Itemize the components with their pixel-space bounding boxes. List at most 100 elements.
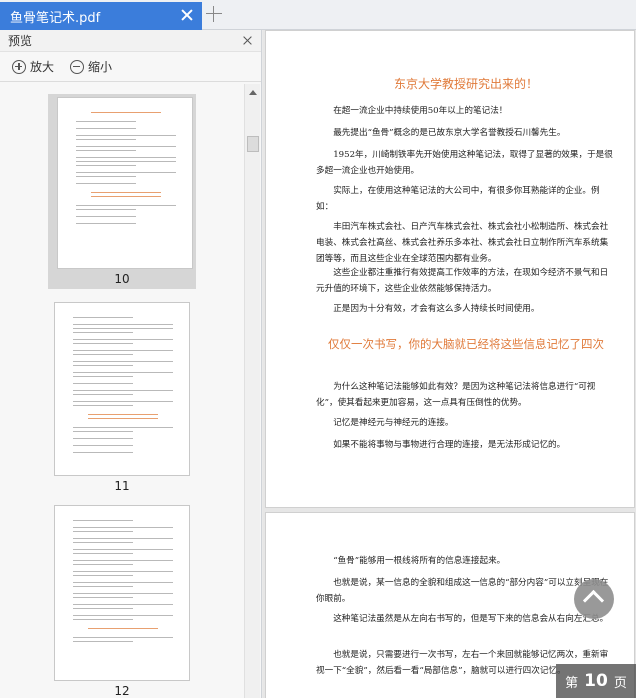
thumbnail-text-line xyxy=(91,196,161,197)
zoom-toolbar: 放大 缩小 xyxy=(0,52,261,82)
page-indicator-suffix: 页 xyxy=(613,675,627,691)
thumbnail-text-line xyxy=(73,542,133,543)
paragraph: 也就是说，某一信息的全貌和组成这一信息的“部分内容”可以立刻呈现在你眼前。 xyxy=(316,578,609,604)
zoom-in-icon xyxy=(12,59,26,74)
thumbnail-text-line xyxy=(73,317,133,318)
thumbnail-text-line xyxy=(73,531,133,532)
thumbnail-text-line xyxy=(73,332,133,333)
thumbnail-text-line xyxy=(73,560,173,561)
thumbnail-text-line xyxy=(73,604,173,605)
thumbnail-text-line xyxy=(88,628,158,629)
thumbnail-text-line xyxy=(91,192,161,193)
thumbnail-text-line xyxy=(73,427,173,428)
thumbnail-text-line xyxy=(76,135,176,136)
scroll-thumb[interactable] xyxy=(247,136,259,152)
thumbnail-text-line xyxy=(73,571,173,572)
thumbnail-text-line xyxy=(76,146,176,147)
thumbnail-page-number: 10 xyxy=(114,272,130,286)
paragraph: 在超一流企业中持续使用50年以上的笔记法！ xyxy=(333,106,508,116)
thumbnail-text-line xyxy=(88,414,158,415)
thumbnail-text-line xyxy=(73,538,173,539)
thumbnail-text-line xyxy=(73,586,133,587)
thumbnail-text-line xyxy=(73,549,173,550)
thumbnail-page-number: 12 xyxy=(114,684,130,698)
thumbnail-text-line xyxy=(88,418,158,419)
thumbnail-image xyxy=(54,302,190,476)
page-heading: 东京大学教授研究出来的！ xyxy=(393,77,538,91)
thumbnail-text-line xyxy=(73,431,133,432)
document-page-10: 东京大学教授研究出来的！ 在超一流企业中持续使用50年以上的笔记法！ 最先提出“… xyxy=(265,30,635,508)
thumbnail-text-line xyxy=(73,582,173,583)
thumbnail-text-line xyxy=(73,383,133,384)
panel-close-icon[interactable] xyxy=(242,35,253,46)
thumbnail-text-line xyxy=(73,328,173,329)
thumbnail-text-line xyxy=(73,553,133,554)
thumbnail-text-line xyxy=(73,637,173,638)
paragraph: 实际上，在使用这种笔记法的大公司中，有很多你耳熟能详的企业。例如： xyxy=(316,186,600,212)
page-indicator-prefix: 第 xyxy=(565,675,579,691)
thumbnail-text-line xyxy=(73,350,173,351)
paragraph: 最先提出“鱼骨”概念的是已故东京大学名誉教授石川馨先生。 xyxy=(333,128,566,138)
paragraph: 记忆是神经元与神经元的连接。 xyxy=(333,418,454,428)
thumbnail-text-line xyxy=(76,121,136,122)
thumbnail-page-11[interactable]: 11 xyxy=(48,302,196,493)
tab-close-icon[interactable] xyxy=(180,8,194,22)
thumbnail-page-10[interactable]: 10 xyxy=(48,94,196,289)
paragraph: 正是因为十分有效，才会有这么多人持续长时间使用。 xyxy=(333,304,540,314)
thumbnail-image xyxy=(54,505,190,681)
new-tab-icon[interactable] xyxy=(206,6,222,22)
paragraph: 丰田汽车株式会社、日产汽车株式会社、株式会社小松制造所、株式会社电装、株式会社高… xyxy=(316,222,609,264)
thumbnail-text-line xyxy=(73,452,133,453)
thumbnail-text-line xyxy=(73,520,133,521)
paragraph: 1952年，川崎制铁率先开始使用这种笔记法，取得了显著的效果，于是很多超一流企业… xyxy=(316,150,613,176)
preview-panel-title: 预览 xyxy=(8,34,33,48)
zoom-in-button[interactable]: 放大 xyxy=(12,58,54,75)
thumbnail-text-line xyxy=(73,339,173,340)
thumbnail-text-line xyxy=(73,354,133,355)
thumbnail-text-line xyxy=(76,176,136,177)
scroll-up-icon[interactable] xyxy=(249,90,257,95)
thumbnail-text-line xyxy=(76,183,136,184)
zoom-out-button[interactable]: 缩小 xyxy=(70,58,112,75)
thumbnail-text-line xyxy=(73,405,133,406)
zoom-out-label: 缩小 xyxy=(88,60,113,74)
tab-title: 鱼骨笔记术.pdf xyxy=(10,10,101,26)
preview-panel: 预览 放大 缩小 10 11 12 xyxy=(0,30,262,698)
thumbnail-image xyxy=(57,97,193,269)
thumbnail-text-line xyxy=(76,165,136,166)
thumbnail-text-line xyxy=(76,157,176,158)
thumbnail-text-line xyxy=(91,112,161,113)
preview-panel-header: 预览 xyxy=(0,30,261,52)
thumbnail-text-line xyxy=(73,365,133,366)
section-heading: 仅仅一次书写，你的大脑就已经将这些信息记忆了四次 xyxy=(328,337,604,351)
thumbnail-text-line xyxy=(73,445,133,446)
thumbnail-text-line xyxy=(73,619,133,620)
thumbnail-text-line xyxy=(73,608,133,609)
zoom-in-label: 放大 xyxy=(30,60,55,74)
thumbnail-text-line xyxy=(73,372,173,373)
current-page-number: 10 xyxy=(584,671,608,691)
thumbnail-text-line xyxy=(76,216,136,217)
thumbnail-scrollbar[interactable] xyxy=(244,84,260,698)
thumbnail-text-line xyxy=(73,575,133,576)
thumbnail-text-line xyxy=(73,343,133,344)
paragraph: 为什么这种笔记法能够如此有效？是因为这种笔记法将信息进行“可视化”，使其看起来更… xyxy=(316,382,596,408)
thumbnail-page-12[interactable]: 12 xyxy=(48,505,196,698)
thumbnail-text-line xyxy=(73,564,133,565)
thumbnail-text-line xyxy=(76,139,136,140)
paragraph: “鱼骨”能够用一根线将所有的信息连接起来。 xyxy=(333,556,506,566)
pdf-reader-window: 鱼骨笔记术.pdf 预览 放大 缩小 10 11 12 东京大学教授研究出来的！… xyxy=(0,0,636,698)
page-indicator: 第 10 页 xyxy=(556,664,636,698)
thumbnail-page-number: 11 xyxy=(114,479,130,493)
tab-document[interactable]: 鱼骨笔记术.pdf xyxy=(0,2,202,30)
thumbnail-text-line xyxy=(76,209,136,210)
thumbnail-text-line xyxy=(73,390,173,391)
thumbnail-text-line xyxy=(73,615,173,616)
thumbnail-text-line xyxy=(73,527,173,528)
thumbnail-text-line xyxy=(76,223,136,224)
scroll-to-top-button[interactable] xyxy=(574,579,614,619)
thumbnail-text-line xyxy=(73,597,133,598)
thumbnail-text-line xyxy=(73,361,173,362)
thumbnail-text-line xyxy=(73,438,133,439)
thumbnail-list: 10 11 12 xyxy=(0,84,244,698)
